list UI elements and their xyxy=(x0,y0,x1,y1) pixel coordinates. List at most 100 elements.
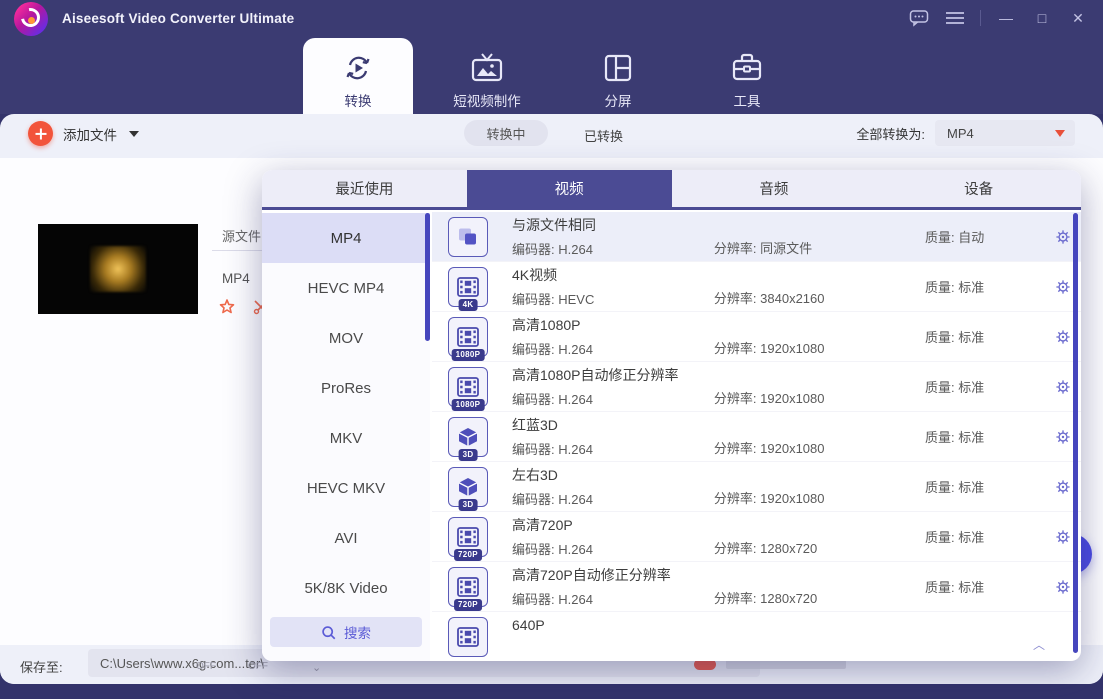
short-video-icon xyxy=(470,50,504,86)
preset-quality: 质量: 标准 xyxy=(925,527,1044,546)
resolution-badge: 720P xyxy=(454,549,482,561)
tab-split-screen[interactable]: 分屏 xyxy=(563,38,673,114)
preset-encoder: 编码器: H.264 xyxy=(512,489,714,508)
app-logo-icon xyxy=(14,2,48,36)
preset-list: 与源文件相同 编码器: H.264 分辨率: 同源文件 质量: 自动 xyxy=(432,212,1081,661)
format-picker-panel: 最近使用 视频 音频 设备 MP4 HEVC MP4 MOV ProRes MK… xyxy=(262,170,1081,661)
merge-toggle-label[interactable]: OFF xyxy=(248,661,268,672)
preset-row[interactable]: 3D 红蓝3D 编码器: H.264 分辨率: 1920x1080 质量: 标准 xyxy=(432,412,1081,462)
preset-resolution: 分辨率: 1920x1080 xyxy=(714,438,925,457)
sidebar-format-label: ProRes xyxy=(321,380,371,397)
preset-quality: 质量: 标准 xyxy=(925,277,1044,296)
preset-quality: 质量: 标准 xyxy=(925,327,1044,346)
preset-icon: 3D xyxy=(448,467,488,507)
search-button[interactable]: 搜索 xyxy=(270,617,422,647)
preset-resolution: 分辨率: 3840x2160 xyxy=(714,288,925,307)
preset-resolution: 分辨率: 1280x720 xyxy=(714,588,925,607)
panel-tab-video[interactable]: 视频 xyxy=(467,170,672,207)
preset-encoder: 编码器: H.264 xyxy=(512,389,714,408)
resolution-badge: 3D xyxy=(459,449,478,461)
converted-tab[interactable]: 已转换 xyxy=(584,126,623,145)
minimize-button[interactable]: — xyxy=(995,8,1017,28)
sidebar-format-item[interactable]: 5K/8K Video xyxy=(262,563,430,613)
sidebar-format-label: MOV xyxy=(329,330,363,347)
preset-row[interactable]: 4K 4K视频 编码器: HEVC 分辨率: 3840x2160 质量: 标准 xyxy=(432,262,1081,312)
preset-resolution: 分辨率: 同源文件 xyxy=(714,238,925,257)
preset-encoder: 编码器: H.264 xyxy=(512,539,714,558)
resolution-badge: 1080P xyxy=(452,399,485,411)
preset-resolution: 分辨率: 1280x720 xyxy=(714,538,925,557)
sidebar-format-label: HEVC MP4 xyxy=(308,280,385,297)
feedback-icon[interactable] xyxy=(908,8,930,28)
tab-toolbox[interactable]: 工具 xyxy=(692,38,802,114)
output-format-select[interactable]: MP4 xyxy=(935,120,1075,146)
tab-split-screen-label: 分屏 xyxy=(605,90,632,110)
sidebar-format-label: AVI xyxy=(334,530,357,547)
file-format-label: MP4 xyxy=(222,271,250,286)
preset-title: 红蓝3D xyxy=(512,415,714,435)
preset-row[interactable]: 720P 高清720P自动修正分辨率 编码器: H.264 分辨率: 1280x… xyxy=(432,562,1081,612)
tab-convert[interactable]: 转换 xyxy=(303,38,413,114)
preset-icon: 1080P xyxy=(448,367,488,407)
format-sidebar: MP4 HEVC MP4 MOV ProRes MKV HEVC MKV AVI… xyxy=(262,213,430,661)
preset-row[interactable]: 与源文件相同 编码器: H.264 分辨率: 同源文件 质量: 自动 xyxy=(432,212,1081,262)
preset-row[interactable]: 720P 高清720P 编码器: H.264 分辨率: 1280x720 质量:… xyxy=(432,512,1081,562)
hw-toggle-label[interactable]: OFF xyxy=(196,661,216,672)
preset-row[interactable]: 640P 编码器: 分辨率: 质量: xyxy=(432,612,1081,661)
preset-quality: 质量: 标准 xyxy=(925,477,1044,496)
thumbnail-image xyxy=(90,246,146,292)
preset-row[interactable]: 1080P 高清1080P自动修正分辨率 编码器: H.264 分辨率: 192… xyxy=(432,362,1081,412)
preset-row[interactable]: 3D 左右3D 编码器: H.264 分辨率: 1920x1080 质量: 标准 xyxy=(432,462,1081,512)
preset-quality: 质量: 标准 xyxy=(925,427,1044,446)
preset-title: 高清1080P xyxy=(512,315,714,335)
preset-title: 与源文件相同 xyxy=(512,215,714,235)
panel-tab-audio[interactable]: 音频 xyxy=(672,170,877,207)
chevron-down-icon[interactable]: ⌄ xyxy=(312,661,321,674)
sidebar-format-item[interactable]: MKV xyxy=(262,413,430,463)
panel-scrollbar[interactable] xyxy=(1073,213,1078,653)
resolution-badge: 720P xyxy=(454,599,482,611)
title-bar: Aiseesoft Video Converter Ultimate — □ ✕ xyxy=(0,0,1103,114)
maximize-button[interactable]: □ xyxy=(1031,8,1053,28)
preset-title: 4K视频 xyxy=(512,265,714,285)
preset-icon xyxy=(448,617,488,657)
sidebar-format-item[interactable]: MOV xyxy=(262,313,430,363)
add-files-button[interactable]: 添加文件 xyxy=(28,121,139,146)
preset-icon: 4K xyxy=(448,267,488,307)
add-plus-icon xyxy=(28,121,53,146)
panel-tab-recent[interactable]: 最近使用 xyxy=(262,170,467,207)
sidebar-format-item[interactable]: HEVC MP4 xyxy=(262,263,430,313)
sidebar-format-item[interactable]: HEVC MKV xyxy=(262,463,430,513)
edit-magic-icon[interactable] xyxy=(218,298,236,316)
convert-icon xyxy=(342,50,374,86)
preset-icon: 3D xyxy=(448,417,488,457)
panel-tab-device[interactable]: 设备 xyxy=(876,170,1081,207)
resolution-badge: 3D xyxy=(459,499,478,511)
format-panel-tabs: 最近使用 视频 音频 设备 xyxy=(262,170,1081,210)
tab-short-video[interactable]: 短视频制作 xyxy=(432,38,542,114)
preset-encoder: 编码器: HEVC xyxy=(512,289,714,308)
menu-icon[interactable] xyxy=(944,8,966,28)
preset-quality: 质量: 自动 xyxy=(925,227,1044,246)
sidebar-scrollbar[interactable] xyxy=(425,213,430,341)
video-thumbnail[interactable] xyxy=(38,224,198,314)
tab-toolbox-label: 工具 xyxy=(734,90,761,110)
converting-tab[interactable]: 转换中 xyxy=(464,120,548,146)
sidebar-format-item[interactable]: ProRes xyxy=(262,363,430,413)
app-title: Aiseesoft Video Converter Ultimate xyxy=(62,11,294,26)
preset-icon xyxy=(448,217,488,257)
dropdown-caret-icon xyxy=(1055,130,1065,137)
preset-title: 640P xyxy=(512,617,714,633)
preset-row[interactable]: 1080P 高清1080P 编码器: H.264 分辨率: 1920x1080 … xyxy=(432,312,1081,362)
preset-resolution: 分辨率: 1920x1080 xyxy=(714,388,925,407)
sidebar-format-label: MP4 xyxy=(331,230,362,247)
sidebar-format-label: MKV xyxy=(330,430,363,447)
sidebar-format-item[interactable]: AVI xyxy=(262,513,430,563)
resolution-badge: 1080P xyxy=(452,349,485,361)
sidebar-format-label: HEVC MKV xyxy=(307,480,385,497)
close-button[interactable]: ✕ xyxy=(1067,8,1089,28)
scroll-up-caret-icon[interactable]: ︿ xyxy=(1033,636,1045,653)
preset-title: 高清720P自动修正分辨率 xyxy=(512,565,714,585)
tab-convert-label: 转换 xyxy=(345,90,372,110)
sidebar-format-item[interactable]: MP4 xyxy=(262,213,430,263)
